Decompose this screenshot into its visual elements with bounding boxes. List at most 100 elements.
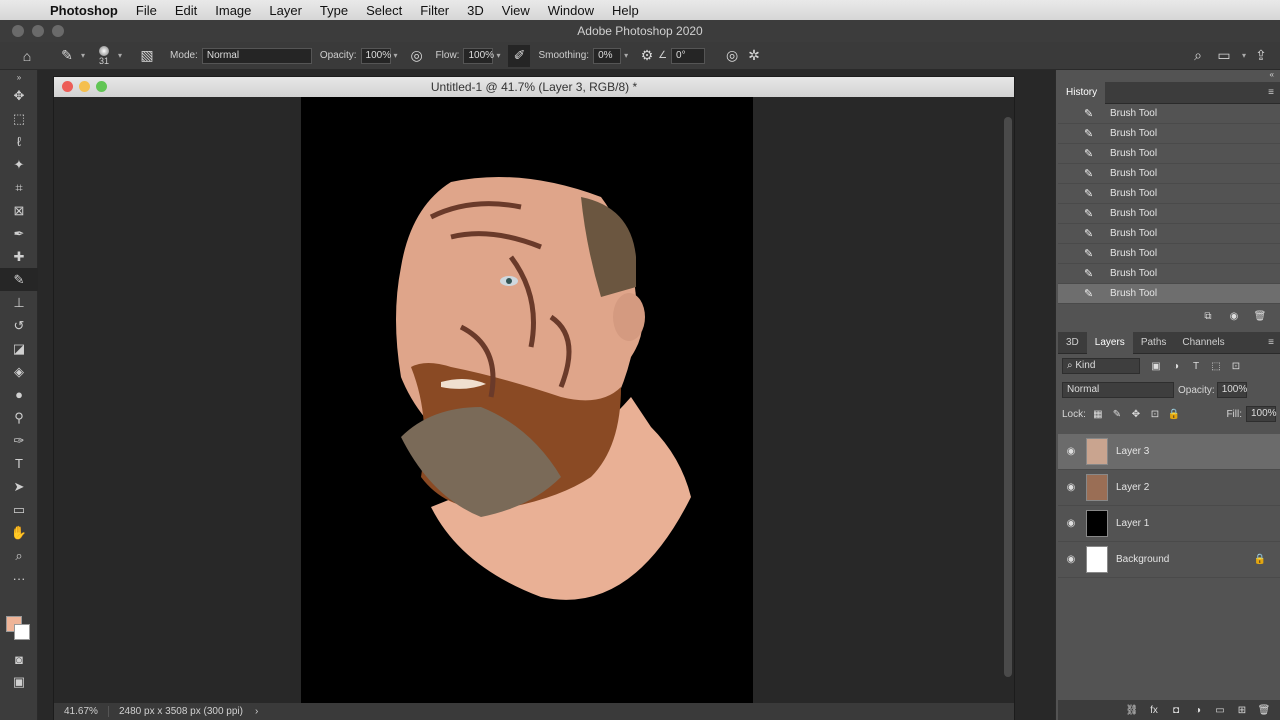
flow-field[interactable]: 100%	[463, 47, 494, 64]
artboard-lock-icon[interactable]: ⊡	[1147, 406, 1163, 422]
menu-layer[interactable]: Layer	[260, 3, 311, 18]
chevron-down-icon[interactable]: ▾	[1242, 51, 1246, 60]
menu-type[interactable]: Type	[311, 3, 357, 18]
home-icon[interactable]: ⌂	[16, 45, 38, 67]
trash-icon[interactable]: 🗑	[1256, 702, 1272, 718]
type-tool-icon[interactable]: T	[0, 452, 38, 475]
eye-icon[interactable]: ◉	[1060, 482, 1082, 493]
magic-wand-tool-icon[interactable]: ✦	[0, 153, 38, 176]
dodge-tool-icon[interactable]: ⚲	[0, 406, 38, 429]
symmetry-icon[interactable]: ✲	[743, 45, 765, 67]
marquee-tool-icon[interactable]: ⬚	[0, 107, 38, 130]
menu-filter[interactable]: Filter	[411, 3, 458, 18]
eyedropper-tool-icon[interactable]: ✒	[0, 222, 38, 245]
quick-mask-icon[interactable]: ◙	[0, 648, 38, 671]
layer-filter-select[interactable]: ⌕ Kind	[1062, 358, 1140, 374]
lock-transparency-icon[interactable]: ▦	[1090, 406, 1106, 422]
history-item[interactable]: ✎ Brush Tool	[1058, 164, 1280, 184]
filter-adjustment-icon[interactable]: ◑	[1168, 358, 1184, 374]
history-item[interactable]: ✎ Brush Tool	[1058, 224, 1280, 244]
tab-history[interactable]: History	[1058, 81, 1106, 104]
chevron-down-icon[interactable]: ▾	[81, 51, 85, 60]
angle-field[interactable]: 0°	[671, 47, 706, 64]
chevron-down-icon[interactable]: ▾	[624, 51, 628, 60]
pressure-size-icon[interactable]: ◎	[721, 45, 743, 67]
move-tool-icon[interactable]: ✥	[0, 84, 38, 107]
zoom-document-button[interactable]	[96, 81, 107, 92]
history-item[interactable]: ✎ Brush Tool	[1058, 144, 1280, 164]
tab-layers[interactable]: Layers	[1086, 331, 1133, 354]
lock-all-icon[interactable]: 🔒	[1166, 406, 1182, 422]
layer-row-layer-3[interactable]: ◉ Layer 3	[1058, 434, 1280, 470]
menu-image[interactable]: Image	[206, 3, 260, 18]
menu-help[interactable]: Help	[603, 3, 648, 18]
mode-select[interactable]: Normal	[201, 47, 312, 64]
link-layers-icon[interactable]: ⛓	[1124, 702, 1140, 718]
new-document-from-state-icon[interactable]: ⧉	[1200, 308, 1216, 324]
vertical-scrollbar[interactable]	[1004, 117, 1012, 677]
brush-size-picker[interactable]: 31	[99, 45, 109, 66]
tab-paths[interactable]: Paths	[1133, 332, 1175, 354]
history-item[interactable]: ✎ Brush Tool	[1058, 124, 1280, 144]
history-item[interactable]: ✎ Brush Tool	[1058, 104, 1280, 124]
new-group-icon[interactable]: ▭	[1212, 702, 1228, 718]
new-layer-icon[interactable]: ⊞	[1234, 702, 1250, 718]
history-item[interactable]: ✎ Brush Tool	[1058, 264, 1280, 284]
eraser-tool-icon[interactable]: ◪	[0, 337, 38, 360]
adjustment-layer-icon[interactable]: ◑	[1190, 702, 1206, 718]
menu-window[interactable]: Window	[539, 3, 603, 18]
menu-3d[interactable]: 3D	[458, 3, 493, 18]
share-icon[interactable]: ⇪	[1250, 45, 1272, 67]
frame-tool-icon[interactable]: ⊠	[0, 199, 38, 222]
layer-row-layer-1[interactable]: ◉ Layer 1	[1058, 506, 1280, 542]
filter-type-icon[interactable]: T	[1188, 358, 1204, 374]
zoom-tool-icon[interactable]: ⌕	[0, 544, 38, 567]
filter-smart-object-icon[interactable]: ⊡	[1228, 358, 1244, 374]
clone-stamp-tool-icon[interactable]: ⊥	[0, 291, 38, 314]
blend-mode-select[interactable]: Normal	[1062, 382, 1174, 398]
layer-row-layer-2[interactable]: ◉ Layer 2	[1058, 470, 1280, 506]
close-document-button[interactable]	[62, 81, 73, 92]
app-menu[interactable]: Photoshop	[42, 3, 127, 18]
menu-file[interactable]: File	[127, 3, 166, 18]
zoom-window-button[interactable]	[52, 25, 64, 37]
chevron-down-icon[interactable]: ▾	[496, 51, 500, 60]
history-item-current[interactable]: ✎ Brush Tool	[1058, 284, 1280, 304]
history-item[interactable]: ✎ Brush Tool	[1058, 244, 1280, 264]
canvas[interactable]	[301, 97, 753, 703]
background-color-swatch[interactable]	[14, 624, 30, 640]
panel-menu-icon[interactable]: ≡	[1268, 337, 1274, 348]
path-selection-tool-icon[interactable]: ➤	[0, 475, 38, 498]
screen-mode-icon[interactable]: ▣	[0, 670, 38, 693]
layer-style-icon[interactable]: fx	[1146, 702, 1162, 718]
collapse-tools-icon[interactable]: »	[0, 70, 38, 84]
eye-icon[interactable]: ◉	[1060, 518, 1082, 529]
tab-channels[interactable]: Channels	[1174, 332, 1232, 354]
menu-edit[interactable]: Edit	[166, 3, 206, 18]
trash-icon[interactable]: 🗑	[1252, 308, 1268, 324]
history-item[interactable]: ✎ Brush Tool	[1058, 204, 1280, 224]
search-icon[interactable]: ⌕	[1187, 45, 1209, 67]
menu-select[interactable]: Select	[357, 3, 411, 18]
smoothing-field[interactable]: 0%	[593, 47, 622, 64]
gear-icon[interactable]: ⚙	[636, 45, 658, 67]
hand-tool-icon[interactable]: ✋	[0, 521, 38, 544]
add-mask-icon[interactable]: ◘	[1168, 702, 1184, 718]
eye-icon[interactable]: ◉	[1060, 554, 1082, 565]
tab-3d[interactable]: 3D	[1058, 332, 1087, 354]
chevron-down-icon[interactable]: ▾	[394, 51, 398, 60]
zoom-level[interactable]: 41.67%	[54, 706, 109, 717]
layer-opacity-field[interactable]: 100%	[1216, 382, 1247, 398]
lasso-tool-icon[interactable]: ℓ	[0, 130, 38, 153]
history-brush-tool-icon[interactable]: ↺	[0, 314, 38, 337]
airbrush-icon[interactable]: ✐	[508, 44, 531, 67]
lock-position-icon[interactable]: ✥	[1128, 406, 1144, 422]
collapse-panels-icon[interactable]: «	[1056, 70, 1280, 82]
eye-icon[interactable]: ◉	[1060, 446, 1082, 457]
lock-pixels-icon[interactable]: ✎	[1109, 406, 1125, 422]
layer-fill-field[interactable]: 100%	[1246, 406, 1277, 422]
filter-shape-icon[interactable]: ⬚	[1208, 358, 1224, 374]
chevron-down-icon[interactable]: ▾	[118, 51, 122, 60]
opacity-field[interactable]: 100%	[360, 47, 391, 64]
paint-bucket-tool-icon[interactable]: ◈	[0, 360, 38, 383]
